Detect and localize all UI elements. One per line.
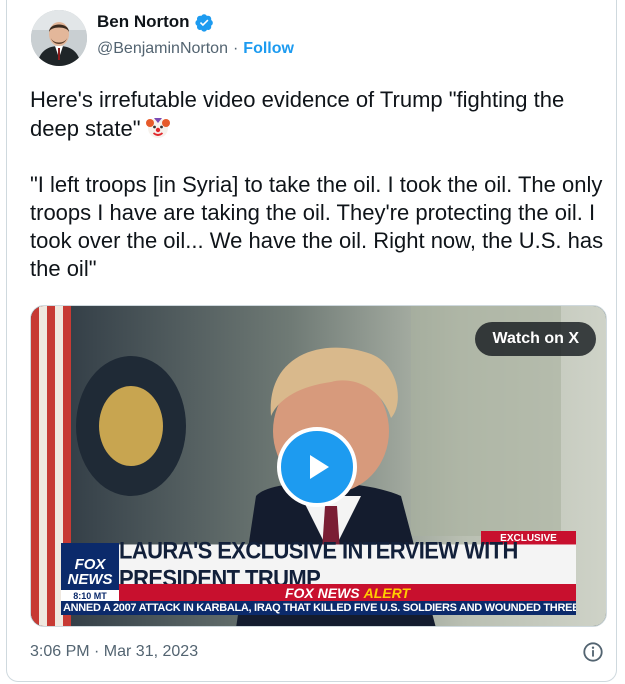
follow-button[interactable]: Follow <box>243 40 294 58</box>
tweet-timestamp[interactable]: 3:06 PM · Mar 31, 2023 <box>30 643 198 661</box>
separator-dot: · <box>232 40 239 57</box>
avatar[interactable] <box>31 10 87 66</box>
fox-logo-line-2: NEWS <box>67 571 113 588</box>
fox-clock: 8:10 MT <box>61 590 119 601</box>
author-handle[interactable]: @BenjaminNorton <box>97 40 228 58</box>
play-button[interactable] <box>277 427 357 507</box>
watch-on-x-button[interactable]: Watch on X <box>475 322 596 356</box>
verified-badge-icon <box>194 13 213 32</box>
tweet-paragraph-2: "I left troops [in Syria] to take the oi… <box>30 172 604 281</box>
alert-prefix: FOX NEWS <box>284 584 360 601</box>
play-icon <box>310 455 329 479</box>
author-name-row: Ben Norton <box>97 12 214 32</box>
tweet-paragraph-1-text: Here's irrefutable video evidence of Tru… <box>30 87 565 141</box>
author-handle-row: @BenjaminNorton · Follow <box>97 40 294 58</box>
alert-word: ALERT <box>363 584 411 601</box>
author-name[interactable]: Ben Norton <box>97 12 190 32</box>
info-icon[interactable] <box>582 641 604 663</box>
fox-news-alert-bar: FOX NEWS ALERT <box>119 584 576 601</box>
video-player[interactable]: Watch on X EXCLUSIVE FOX NEWS 8:10 MT LA… <box>30 305 607 627</box>
tweet-paragraph-1: Here's irrefutable video evidence of Tru… <box>30 86 605 143</box>
news-ticker: ANNED A 2007 ATTACK IN KARBALA, IRAQ THA… <box>61 601 576 615</box>
chyron-headline: LAURA'S EXCLUSIVE INTERVIEW WITH PRESIDE… <box>119 537 576 592</box>
clown-face-icon <box>145 118 170 138</box>
tweet-text: Here's irrefutable video evidence of Tru… <box>30 86 605 283</box>
tweet-card: Ben Norton @BenjaminNorton · Follow Here… <box>6 0 617 682</box>
fox-logo-line-1: FOX <box>74 556 106 573</box>
